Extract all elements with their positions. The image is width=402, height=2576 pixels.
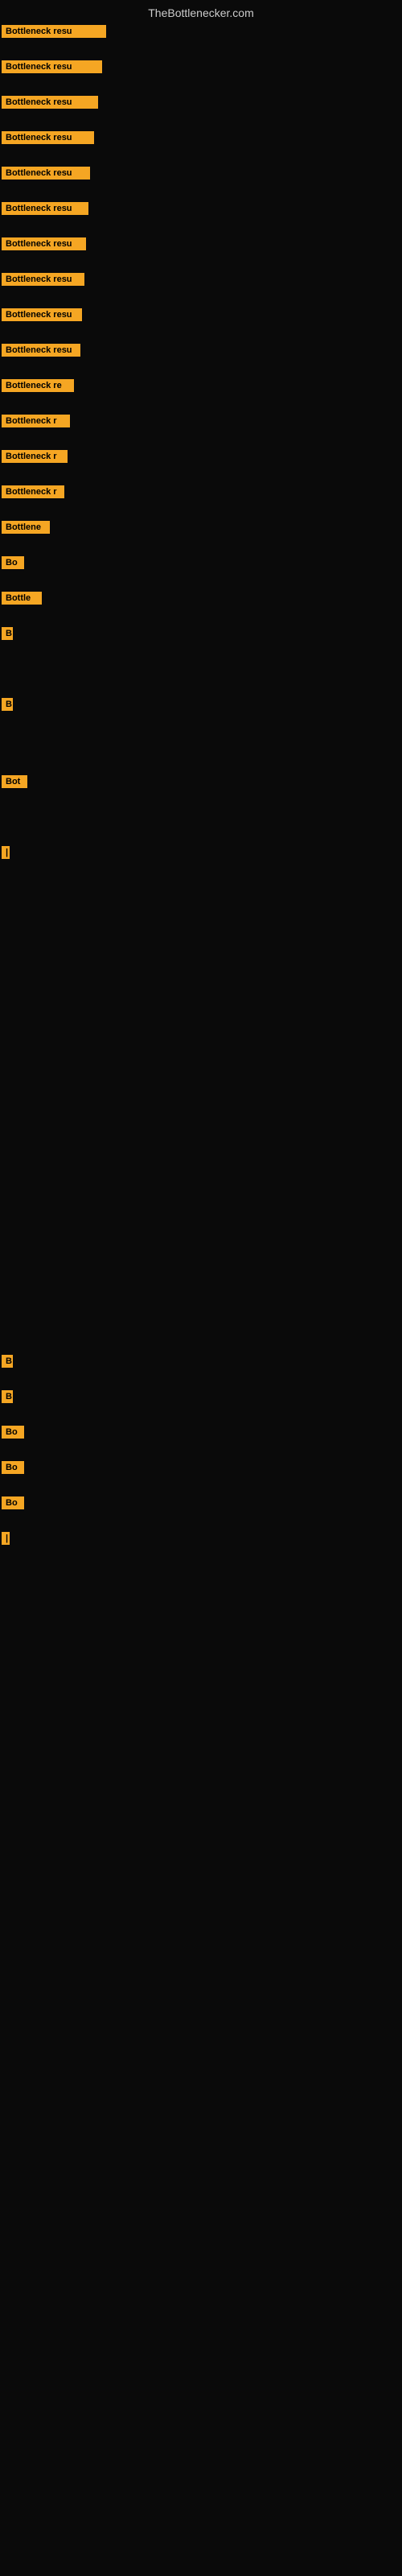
site-title: TheBottlenecker.com (0, 0, 402, 23)
list-item: Bottleneck r (0, 412, 72, 434)
bottleneck-label: Bo (2, 1426, 24, 1439)
list-item: Bot (0, 773, 29, 795)
list-item: | (0, 1530, 11, 1551)
list-item: Bottleneck resu (0, 235, 88, 257)
bottleneck-label: Bottleneck resu (2, 60, 102, 73)
bottleneck-label: | (2, 846, 10, 859)
list-item: Bottle (0, 589, 43, 611)
list-item: Bo (0, 1459, 26, 1480)
bottleneck-label: Bottle (2, 592, 42, 605)
bottleneck-label: Bottleneck resu (2, 273, 84, 286)
list-item: Bottleneck resu (0, 129, 96, 151)
bottleneck-label: Bo (2, 556, 24, 569)
list-item: | (0, 844, 11, 865)
bottleneck-label: B (2, 1355, 13, 1368)
list-item: Bo (0, 1494, 26, 1516)
list-item: Bo (0, 1423, 26, 1445)
bottleneck-label: Bottleneck r (2, 415, 70, 427)
list-item: Bo (0, 554, 26, 576)
list-item: Bottleneck resu (0, 93, 100, 115)
bottleneck-label: Bo (2, 1461, 24, 1474)
list-item: Bottleneck resu (0, 164, 92, 186)
list-item: Bottleneck resu (0, 58, 104, 80)
list-item: Bottleneck resu (0, 270, 86, 292)
bottleneck-label: Bottleneck resu (2, 344, 80, 357)
list-item: Bottleneck resu (0, 306, 84, 328)
list-item: Bottleneck re (0, 377, 76, 398)
list-item: Bottleneck r (0, 448, 69, 469)
bottleneck-label: Bottleneck resu (2, 308, 82, 321)
list-item: Bottleneck resu (0, 23, 108, 44)
list-item: Bottleneck resu (0, 341, 82, 363)
bottleneck-label: Bottleneck resu (2, 167, 90, 180)
list-item: B (0, 1388, 14, 1410)
bottleneck-label: Bottleneck r (2, 485, 64, 498)
site-title-bar: TheBottlenecker.com (0, 0, 402, 23)
list-item: Bottlene (0, 518, 51, 540)
list-item: Bottleneck resu (0, 200, 90, 221)
bottleneck-label: Bot (2, 775, 27, 788)
bottleneck-label: B (2, 698, 13, 711)
list-item: B (0, 1352, 14, 1374)
bottleneck-label: Bottleneck resu (2, 131, 94, 144)
bottleneck-label: Bottleneck r (2, 450, 68, 463)
bottleneck-label: Bottlene (2, 521, 50, 534)
bottleneck-label: Bottleneck resu (2, 96, 98, 109)
bottleneck-label: Bottleneck resu (2, 25, 106, 38)
bottleneck-label: Bottleneck re (2, 379, 74, 392)
bottleneck-label: B (2, 627, 13, 640)
bottleneck-label: Bottleneck resu (2, 202, 88, 215)
list-item: B (0, 625, 14, 646)
list-item: B (0, 696, 14, 717)
bottleneck-label: | (2, 1532, 10, 1545)
bottleneck-label: B (2, 1390, 13, 1403)
bottleneck-label: Bo (2, 1496, 24, 1509)
bottleneck-label: Bottleneck resu (2, 237, 86, 250)
list-item: Bottleneck r (0, 483, 66, 505)
